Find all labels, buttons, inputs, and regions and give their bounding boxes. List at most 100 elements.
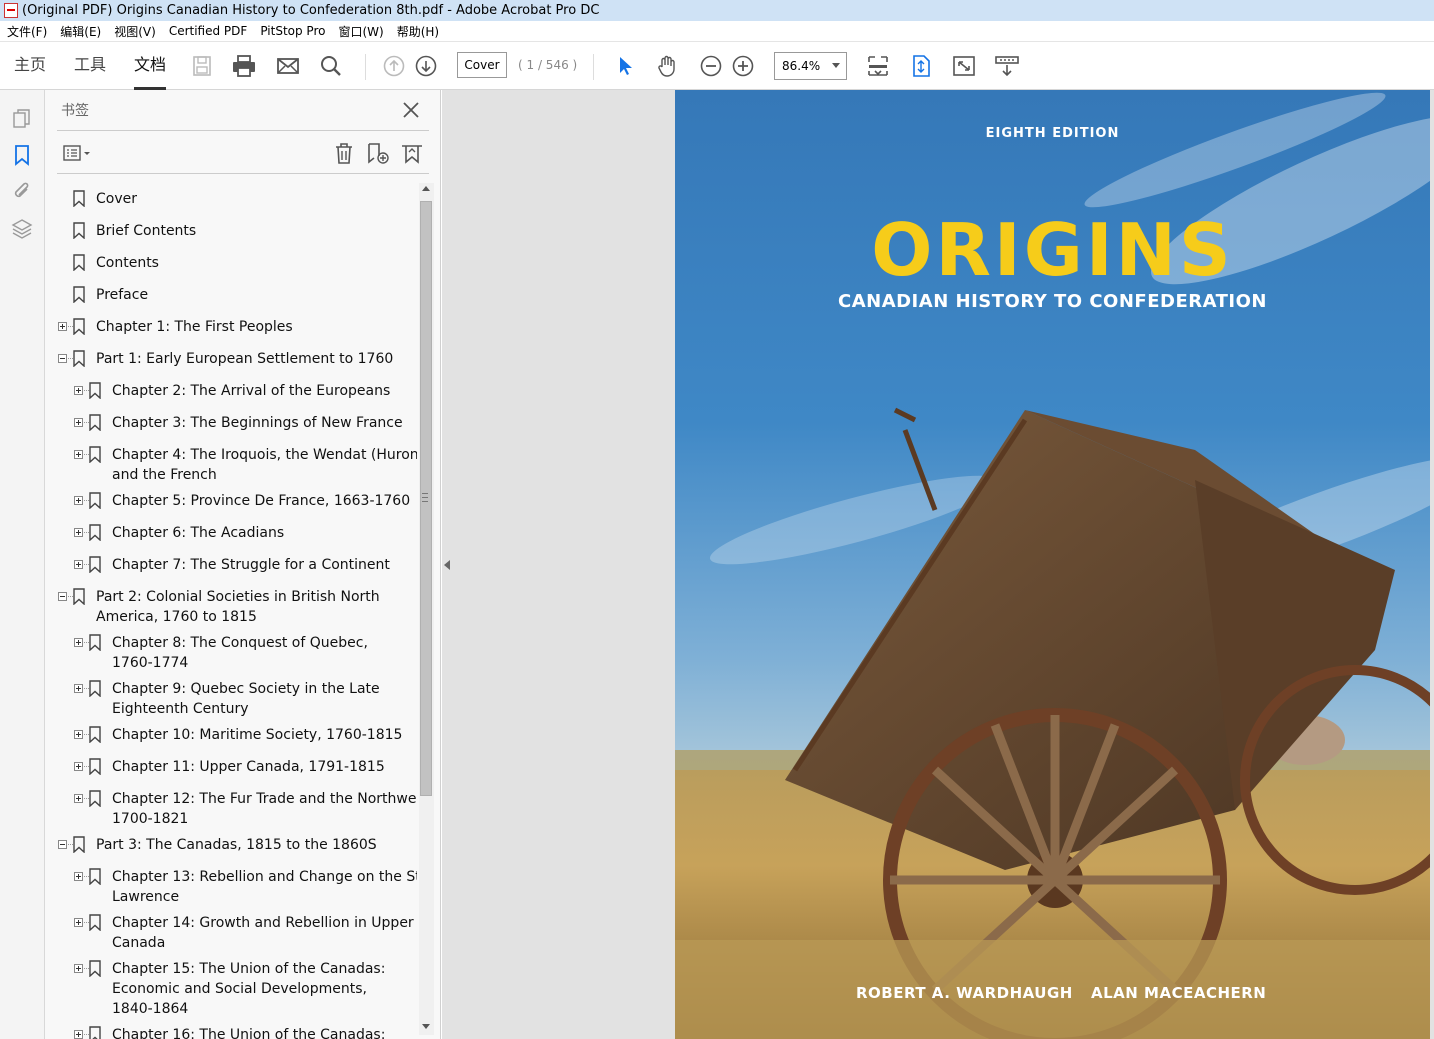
zoom-out-icon[interactable] xyxy=(698,54,724,78)
read-mode-icon[interactable] xyxy=(994,54,1020,78)
expand-icon[interactable] xyxy=(74,418,89,427)
expand-icon[interactable] xyxy=(74,964,89,973)
bookmark-icon xyxy=(89,914,101,931)
expand-icon[interactable] xyxy=(74,528,89,537)
expand-icon[interactable] xyxy=(74,730,89,739)
expand-icon[interactable] xyxy=(74,794,89,803)
search-icon[interactable] xyxy=(318,54,344,78)
tab-tools[interactable]: 工具 xyxy=(60,42,120,90)
next-page-icon[interactable] xyxy=(413,54,439,78)
bookmark-label: Part 2: Colonial Societies in British No… xyxy=(96,589,380,605)
bookmark-icon xyxy=(89,680,101,697)
bookmark-label: Chapter 6: The Acadians xyxy=(112,525,285,541)
bookmark-icon xyxy=(73,588,85,605)
bookmark-item[interactable]: Chapter 1: The First Peoples xyxy=(45,317,417,337)
bookmark-item[interactable]: Chapter 14: Growth and Rebellion in Uppe… xyxy=(45,913,417,953)
bookmark-label: Lawrence xyxy=(112,889,180,905)
bookmark-item[interactable]: Contents xyxy=(45,253,417,273)
select-cursor-icon[interactable] xyxy=(613,54,639,78)
bookmark-item[interactable]: Cover xyxy=(45,189,417,209)
expand-icon[interactable] xyxy=(74,872,89,881)
bookmark-item[interactable]: Preface xyxy=(45,285,417,305)
print-icon[interactable] xyxy=(231,54,257,78)
attachments-icon[interactable] xyxy=(11,180,33,202)
expand-icon[interactable] xyxy=(58,322,73,331)
menu-help[interactable]: 帮助(H) xyxy=(397,23,439,40)
delete-bookmark-icon[interactable] xyxy=(332,142,356,164)
scroll-up-icon[interactable] xyxy=(422,186,430,191)
expand-icon[interactable] xyxy=(74,450,89,459)
scroll-mode-icon[interactable] xyxy=(865,54,891,78)
hand-tool-icon[interactable] xyxy=(655,54,681,78)
collapse-icon[interactable] xyxy=(58,840,73,849)
options-menu-icon[interactable] xyxy=(62,142,90,164)
email-icon[interactable] xyxy=(275,54,301,78)
close-icon[interactable] xyxy=(401,100,421,120)
bookmark-item[interactable]: Chapter 4: The Iroquois, the Wendat (Hur… xyxy=(45,445,417,485)
full-screen-icon[interactable] xyxy=(951,54,977,78)
page-number-input[interactable]: Cover xyxy=(457,52,507,78)
bookmark-item[interactable]: Chapter 5: Province De France, 1663-1760 xyxy=(45,491,417,511)
chevron-down-icon[interactable] xyxy=(832,63,840,68)
collapse-panel-icon[interactable] xyxy=(444,560,450,570)
collapse-icon[interactable] xyxy=(58,354,73,363)
bookmark-item[interactable]: Part 3: The Canadas, 1815 to the 1860S xyxy=(45,835,417,855)
previous-page-icon[interactable] xyxy=(381,54,407,78)
bookmark-item[interactable]: Part 1: Early European Settlement to 176… xyxy=(45,349,417,369)
bookmark-item[interactable]: Chapter 15: The Union of the Canadas: Eco… xyxy=(45,959,417,1019)
bookmark-icon xyxy=(89,524,101,541)
cover-title: ORIGINS xyxy=(871,208,1234,292)
menu-pitstop-pro[interactable]: PitStop Pro xyxy=(260,24,325,38)
bookmarks-icon[interactable] xyxy=(11,144,33,166)
expand-icon[interactable] xyxy=(74,638,89,647)
bookmark-item[interactable]: Chapter 10: Maritime Society, 1760-1815 xyxy=(45,725,417,745)
bookmark-item[interactable]: Chapter 12: The Fur Trade and the Northw… xyxy=(45,789,417,829)
bookmark-item[interactable]: Chapter 16: The Union of the Canadas: xyxy=(45,1025,417,1039)
expand-icon[interactable] xyxy=(74,1030,89,1039)
bookmark-item[interactable]: Chapter 9: Quebec Society in the Late Eig… xyxy=(45,679,417,719)
bookmark-item[interactable]: Chapter 7: The Struggle for a Continent xyxy=(45,555,417,575)
expand-icon[interactable] xyxy=(74,684,89,693)
expand-icon[interactable] xyxy=(74,918,89,927)
bookmark-label: Chapter 3: The Beginnings of New France xyxy=(112,415,403,431)
scroll-down-icon[interactable] xyxy=(422,1024,430,1029)
expand-bookmark-icon[interactable] xyxy=(400,142,424,164)
tab-home[interactable]: 主页 xyxy=(0,42,60,90)
bookmark-label: Chapter 2: The Arrival of the Europeans xyxy=(112,383,391,399)
bookmark-label: America, 1760 to 1815 xyxy=(96,609,257,625)
collapse-icon[interactable] xyxy=(58,592,73,601)
bookmark-label: Preface xyxy=(96,287,149,303)
menu-view[interactable]: 视图(V) xyxy=(114,23,156,40)
bookmark-label: Chapter 13: Rebellion and Change on the … xyxy=(112,869,417,885)
menu-edit[interactable]: 编辑(E) xyxy=(60,23,101,40)
expand-icon[interactable] xyxy=(74,560,89,569)
bookmark-icon xyxy=(89,726,101,743)
menu-certified-pdf[interactable]: Certified PDF xyxy=(169,24,248,38)
page-thumbnails-icon[interactable] xyxy=(11,108,33,130)
menu-window[interactable]: 窗口(W) xyxy=(338,23,383,40)
zoom-select[interactable]: 86.4% xyxy=(774,52,847,80)
bookmark-item[interactable]: Chapter 13: Rebellion and Change on the … xyxy=(45,867,417,907)
bookmark-icon xyxy=(73,836,85,853)
expand-icon[interactable] xyxy=(74,496,89,505)
bookmark-item[interactable]: Brief Contents xyxy=(45,221,417,241)
tab-document[interactable]: 文档 xyxy=(120,42,180,90)
bookmark-item[interactable]: Chapter 6: The Acadians xyxy=(45,523,417,543)
expand-icon[interactable] xyxy=(74,762,89,771)
fit-page-icon[interactable] xyxy=(908,54,934,78)
toolbar-separator xyxy=(365,54,366,80)
expand-icon[interactable] xyxy=(74,386,89,395)
new-bookmark-icon[interactable] xyxy=(366,142,390,164)
bookmark-item[interactable]: Part 2: Colonial Societies in British No… xyxy=(45,587,417,627)
zoom-in-icon[interactable] xyxy=(730,54,756,78)
save-icon[interactable] xyxy=(189,54,215,78)
bookmark-item[interactable]: Chapter 3: The Beginnings of New France xyxy=(45,413,417,433)
cover-author-2: ALAN MACEACHERN xyxy=(1091,984,1267,1002)
bookmark-label: and the French xyxy=(112,467,217,483)
bookmark-item[interactable]: Chapter 8: The Conquest of Quebec, 1760-1… xyxy=(45,633,417,673)
bookmark-label: Chapter 12: The Fur Trade and the Northw… xyxy=(112,791,417,807)
layers-icon[interactable] xyxy=(11,217,33,239)
bookmark-item[interactable]: Chapter 11: Upper Canada, 1791-1815 xyxy=(45,757,417,777)
menu-file[interactable]: 文件(F) xyxy=(7,23,47,40)
bookmark-item[interactable]: Chapter 2: The Arrival of the Europeans xyxy=(45,381,417,401)
